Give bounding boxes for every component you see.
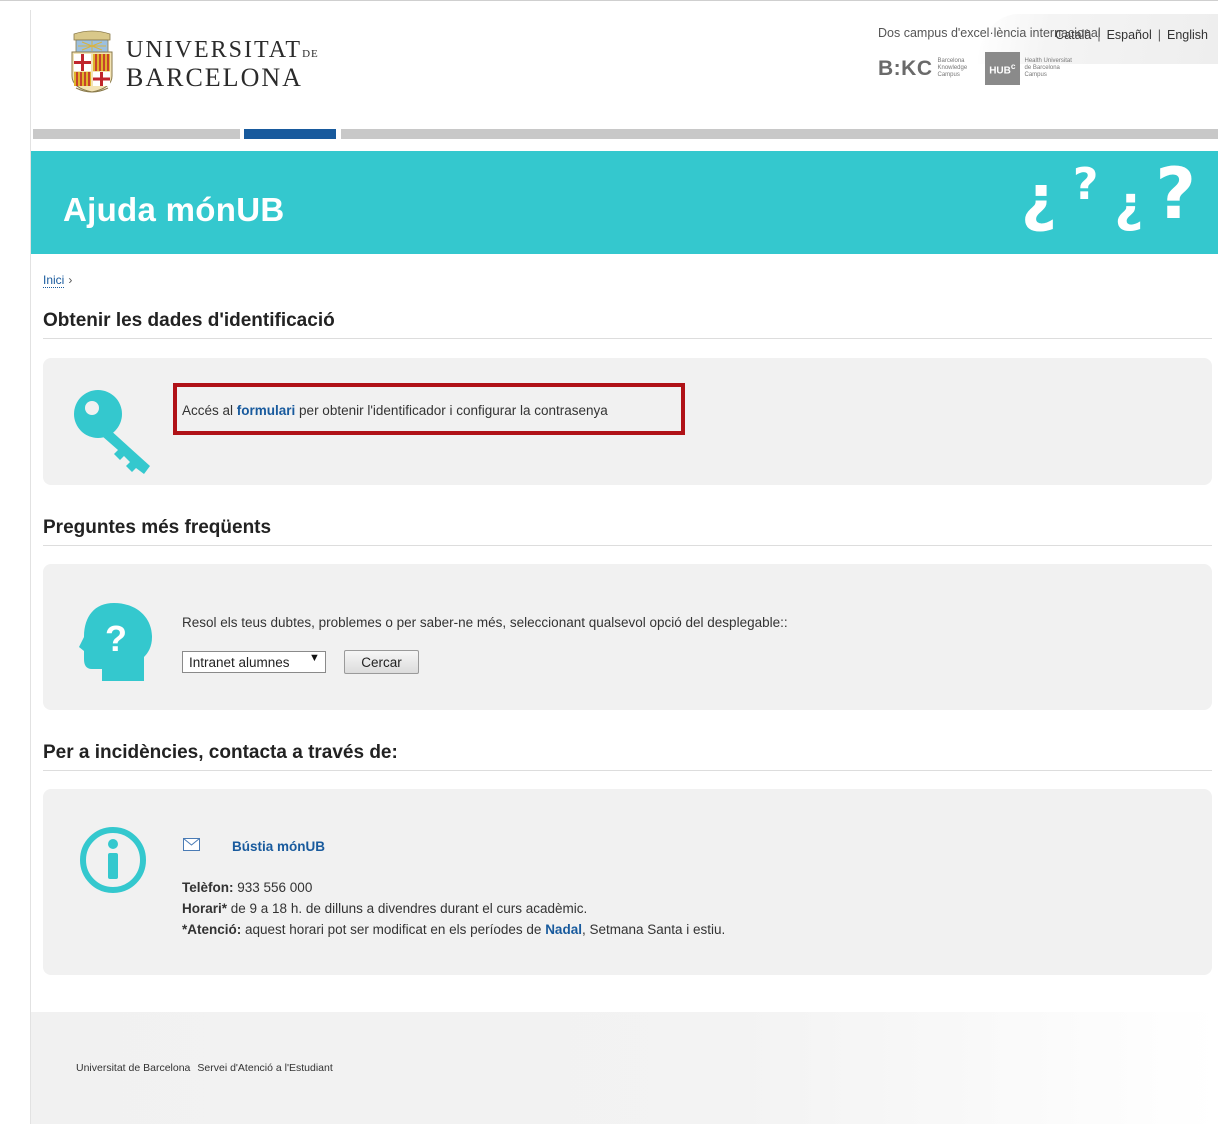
footer-link-student-service[interactable]: Servei d'Atenció a l'Estudiant [197, 1062, 332, 1074]
question-head-icon: ? [79, 603, 152, 681]
question-mark-icon: ? [1072, 159, 1099, 210]
section-title-identification: Obtenir les dades d'identificació [43, 310, 335, 331]
question-mark-icon: ? [1155, 153, 1196, 235]
section-divider [43, 338, 1212, 339]
section-title-incidents: Per a incidències, contacta a través de: [43, 742, 398, 763]
section-divider [43, 770, 1212, 771]
footer-links: Universitat de Barcelona Servei d'Atenció… [76, 1062, 340, 1074]
hours-text: de 9 a 18 h. de dilluns a divendres dura… [227, 901, 588, 916]
mailbox-link[interactable]: Bústia mónUB [232, 839, 325, 854]
breadcrumb-home-link[interactable]: Inici [43, 273, 65, 288]
hours-label: Horari* [182, 901, 228, 916]
top-border [0, 0, 1218, 10]
inverted-question-mark-icon: ¿ [1114, 175, 1144, 233]
hub-caption: Health Universitat de Barcelona Campus [1024, 58, 1072, 79]
phone-number: 933 556 000 [233, 880, 313, 895]
section-title-faq: Preguntes més freqüents [43, 517, 272, 538]
search-button[interactable]: Cercar [344, 650, 419, 674]
nav-segment-active[interactable] [244, 129, 336, 139]
logo-text-barcelona: BARCELONA [126, 63, 303, 92]
faq-text: Resol els teus dubtes, problemes o per s… [182, 615, 788, 630]
faq-category-select[interactable]: Intranet alumnes [182, 651, 326, 673]
nav-segment[interactable] [33, 129, 240, 139]
bkc-caption: Barcelona Knowledge Campus [937, 58, 968, 79]
inverted-question-mark-icon: ¿ [1020, 161, 1057, 234]
page-footer: Universitat de Barcelona Servei d'Atenció… [31, 1012, 1218, 1124]
campus-logos: B:KC Barcelona Knowledge Campus HUBc Hea… [878, 52, 1072, 86]
nav-segment[interactable] [341, 129, 1218, 139]
footer-link-university[interactable]: Universitat de Barcelona [76, 1062, 190, 1074]
hub-logo[interactable]: HUBc [985, 52, 1020, 86]
envelope-icon [183, 838, 200, 851]
logo-text-universitat: UNIVERSITAT [126, 37, 303, 63]
christmas-link[interactable]: Nadal [545, 922, 582, 937]
breadcrumb: Inici › [43, 273, 73, 288]
highlight-box [173, 383, 685, 435]
info-icon [80, 827, 146, 893]
question-marks-decoration: ¿ ? ¿ ? [1021, 159, 1196, 229]
page-banner: Ajuda mónUB ¿ ? ¿ ? [31, 151, 1218, 254]
faq-panel [43, 564, 1212, 710]
breadcrumb-chevron-icon: › [68, 273, 73, 287]
bkc-logo[interactable]: B:KC [878, 57, 933, 81]
campus-title: Dos campus d'excel·lència internacional [878, 26, 1101, 40]
key-icon [74, 390, 150, 474]
section-divider [43, 545, 1212, 546]
phone-label: Telèfon: [182, 880, 234, 895]
navigation-strip [33, 129, 1218, 139]
university-logo[interactable]: UNIVERSITATDE BARCELONA [66, 30, 319, 96]
lang-english-link[interactable]: English [1167, 28, 1208, 42]
university-crest-icon [71, 30, 113, 93]
svg-text:?: ? [105, 618, 127, 659]
lang-espanol-link[interactable]: Español [1107, 28, 1152, 42]
contact-details: Telèfon: 933 556 000 Horari* de 9 a 18 h… [182, 880, 726, 937]
page-title: Ajuda mónUB [63, 191, 285, 228]
note-label: *Atenció: [182, 922, 242, 937]
logo-text-de: DE [302, 48, 319, 60]
